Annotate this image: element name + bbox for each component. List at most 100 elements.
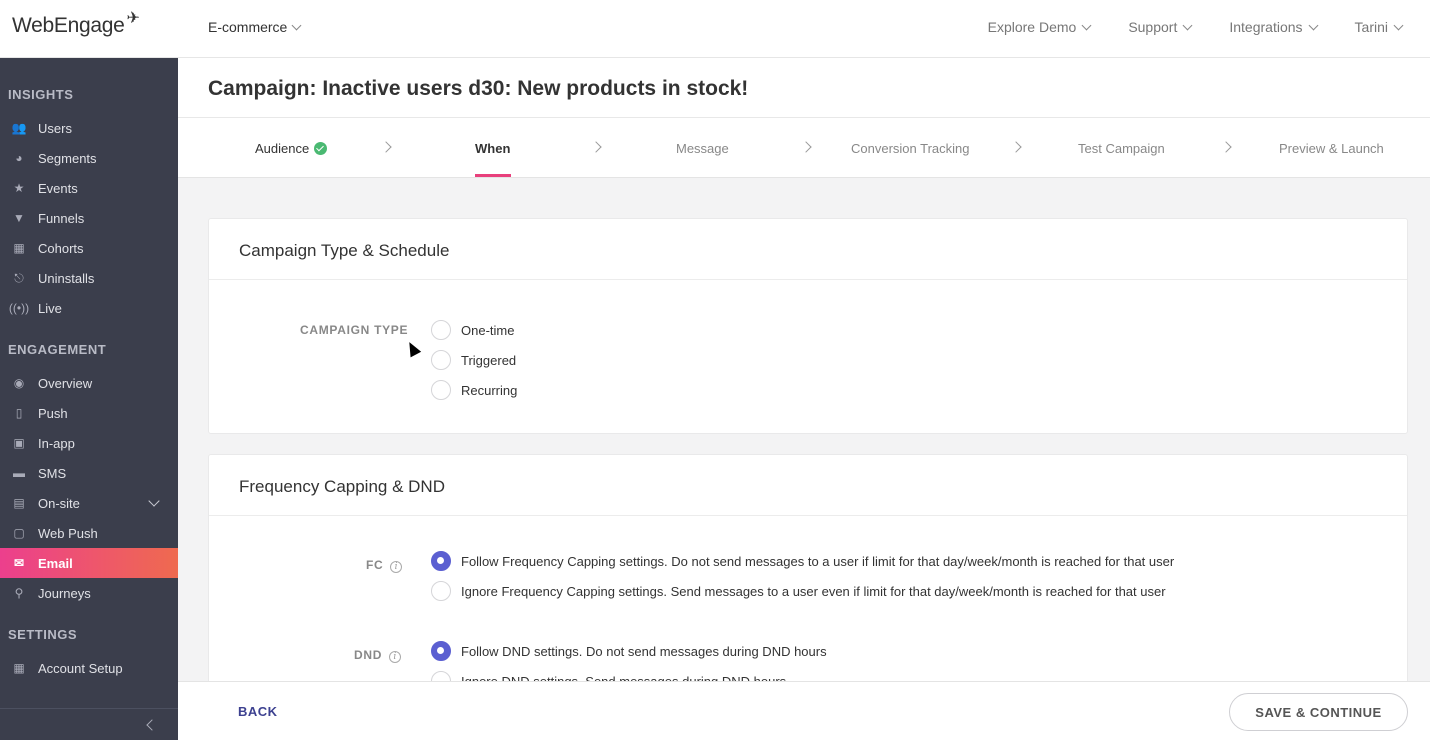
radio-button[interactable] xyxy=(431,320,451,340)
sidebar-item-email[interactable]: ✉ Email xyxy=(0,548,178,578)
sidebar-item-funnels[interactable]: ▼ Funnels xyxy=(0,203,178,233)
chevron-right-icon xyxy=(1010,141,1022,153)
radio-button[interactable] xyxy=(431,551,451,571)
explore-demo-menu[interactable]: Explore Demo xyxy=(987,19,1092,35)
step-message[interactable]: Message xyxy=(676,141,729,156)
sidebar-item-push[interactable]: ▯ Push xyxy=(0,398,178,428)
sidebar-item-cohorts[interactable]: ▦ Cohorts xyxy=(0,233,178,263)
page-title: Campaign: Inactive users d30: New produc… xyxy=(208,77,749,100)
card-title: Campaign Type & Schedule xyxy=(209,219,1407,280)
sidebar-item-web-push[interactable]: ▢ Web Push xyxy=(0,518,178,548)
sidebar-item-label: Segments xyxy=(38,150,97,166)
sidebar-item-on-site[interactable]: ▤ On-site xyxy=(0,488,178,518)
sidebar-item-sms[interactable]: ▬ SMS xyxy=(0,458,178,488)
dnd-follow-option[interactable]: Follow DND settings. Do not send message… xyxy=(431,641,827,661)
sidebar-section-engagement: ENGAGEMENT xyxy=(8,342,107,357)
step-conversion-tracking[interactable]: Conversion Tracking xyxy=(851,141,970,156)
sidebar-item-label: Funnels xyxy=(38,210,85,226)
radio-label: Follow DND settings. Do not send message… xyxy=(461,643,827,659)
web-push-icon: ▢ xyxy=(13,526,25,540)
campaign-type-one-time[interactable]: One-time xyxy=(431,320,514,340)
chevron-down-icon[interactable] xyxy=(148,495,160,507)
chevron-down-icon xyxy=(1308,20,1318,30)
radio-button[interactable] xyxy=(431,380,451,400)
user-menu[interactable]: Tarini xyxy=(1354,19,1404,35)
save-continue-button[interactable]: SAVE & CONTINUE xyxy=(1229,693,1408,731)
eye-icon: ◉ xyxy=(13,376,25,390)
step-label: Audience xyxy=(255,141,310,156)
chevron-right-icon xyxy=(1220,141,1232,153)
step-test-campaign[interactable]: Test Campaign xyxy=(1078,141,1165,156)
integrations-menu[interactable]: Integrations xyxy=(1229,19,1318,35)
mobile-push-icon: ▯ xyxy=(15,406,23,420)
campaign-type-triggered[interactable]: Triggered xyxy=(431,350,516,370)
sidebar-item-label: Web Push xyxy=(38,525,98,541)
sidebar-item-label: Events xyxy=(38,180,78,196)
dashboard-icon: ▦ xyxy=(13,661,25,675)
step-audience[interactable]: Audience xyxy=(255,141,328,156)
chevron-left-icon xyxy=(146,719,158,731)
action-footer: BACK SAVE & CONTINUE xyxy=(178,681,1430,740)
users-icon: 👥 xyxy=(11,121,27,135)
fc-label: FC i xyxy=(366,558,403,573)
radio-button[interactable] xyxy=(431,641,451,661)
sidebar-item-label: Users xyxy=(38,120,72,136)
sidebar-item-users[interactable]: 👥 Users xyxy=(0,113,178,143)
step-label: Message xyxy=(676,141,729,156)
back-button[interactable]: BACK xyxy=(238,704,278,719)
project-selector[interactable]: E-commerce xyxy=(208,19,302,35)
pie-chart-icon: ◕ xyxy=(15,151,23,165)
mobile-icon: ▣ xyxy=(13,436,25,450)
integrations-label: Integrations xyxy=(1229,19,1303,35)
broadcast-icon: ((•)) xyxy=(8,301,30,315)
step-preview-launch[interactable]: Preview & Launch xyxy=(1279,141,1384,156)
sidebar-item-label: In-app xyxy=(38,435,75,451)
bird-icon: ✈ xyxy=(126,10,140,27)
explore-demo-label: Explore Demo xyxy=(987,19,1077,35)
sidebar-item-label: On-site xyxy=(38,495,80,511)
info-icon[interactable]: i xyxy=(389,651,402,663)
frequency-capping-card: Frequency Capping & DND FC i Follow Frequ… xyxy=(208,454,1408,714)
check-circle-icon xyxy=(314,142,328,155)
campaign-type-recurring[interactable]: Recurring xyxy=(431,380,517,400)
sidebar-item-label: Account Setup xyxy=(38,660,123,676)
step-when[interactable]: When xyxy=(475,141,510,156)
logo-text: WebEngage xyxy=(12,14,125,37)
chevron-down-icon xyxy=(1182,20,1193,30)
sidebar-item-live[interactable]: ((•)) Live xyxy=(0,293,178,323)
funnel-icon: ▼ xyxy=(13,211,25,225)
radio-button[interactable] xyxy=(431,350,451,370)
logo[interactable]: WebEngage ✈ xyxy=(12,10,140,42)
top-bar: WebEngage ✈ E-commerce Explore Demo Supp… xyxy=(0,0,1430,58)
sidebar-item-account-setup[interactable]: ▦ Account Setup xyxy=(0,653,178,683)
radio-label: Recurring xyxy=(461,382,518,398)
fc-follow-option[interactable]: Follow Frequency Capping settings. Do no… xyxy=(431,551,1174,571)
dnd-label: DND i xyxy=(354,648,402,663)
support-label: Support xyxy=(1128,19,1178,35)
chevron-down-icon xyxy=(1393,20,1404,30)
support-menu[interactable]: Support xyxy=(1128,19,1193,35)
sidebar-item-events[interactable]: ★ Events xyxy=(0,173,178,203)
page-header: Campaign: Inactive users d30: New produc… xyxy=(178,58,1430,118)
chevron-down-icon xyxy=(291,20,302,30)
sidebar-item-segments[interactable]: ◕ Segments xyxy=(0,143,178,173)
radio-label: One-time xyxy=(461,322,515,338)
sidebar-section-insights: INSIGHTS xyxy=(8,87,74,102)
user-name: Tarini xyxy=(1354,19,1388,35)
top-nav: Explore Demo Support Integrations Tarini xyxy=(987,19,1404,35)
radio-button[interactable] xyxy=(431,581,451,601)
step-label: Test Campaign xyxy=(1078,141,1165,156)
sidebar-item-label: Live xyxy=(38,300,62,316)
envelope-icon: ✉ xyxy=(13,556,25,570)
sidebar-item-in-app[interactable]: ▣ In-app xyxy=(0,428,178,458)
sidebar-item-overview[interactable]: ◉ Overview xyxy=(0,368,178,398)
sidebar-collapse-toggle[interactable] xyxy=(0,708,178,740)
info-icon[interactable]: i xyxy=(390,561,403,573)
sidebar-section-settings: SETTINGS xyxy=(8,627,78,642)
radio-label: Follow Frequency Capping settings. Do no… xyxy=(461,553,1175,569)
fc-ignore-option[interactable]: Ignore Frequency Capping settings. Send … xyxy=(431,581,1166,601)
sidebar-item-label: SMS xyxy=(38,465,67,481)
sidebar-item-journeys[interactable]: ⚲ Journeys xyxy=(0,578,178,608)
radio-label: Triggered xyxy=(461,352,517,368)
sidebar-item-uninstalls[interactable]: ⎋ Uninstalls xyxy=(0,263,178,293)
